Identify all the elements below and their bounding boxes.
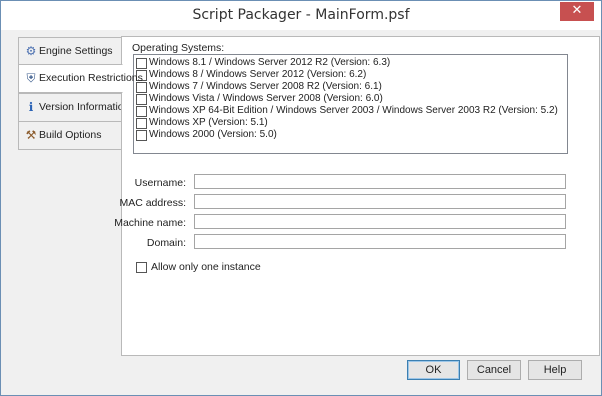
tab-label: Execution Restrictions (39, 72, 143, 84)
machine-name-field[interactable] (194, 214, 566, 229)
mac-address-label: MAC address: (119, 197, 186, 209)
tab-build-options[interactable]: ⚒ Build Options (18, 121, 122, 150)
username-label: Username: (134, 177, 186, 189)
os-item-label: Windows 8.1 / Windows Server 2012 R2 (Ve… (149, 57, 391, 68)
domain-field[interactable] (194, 234, 566, 249)
username-field[interactable] (194, 174, 566, 189)
close-icon: ✕ (571, 3, 583, 18)
os-list-label: Operating Systems: (132, 42, 225, 54)
machine-name-label: Machine name: (114, 217, 186, 229)
os-checkbox[interactable] (136, 118, 147, 129)
os-checkbox[interactable] (136, 94, 147, 105)
tab-label: Engine Settings (39, 45, 113, 57)
domain-label: Domain: (146, 237, 186, 249)
os-checkbox[interactable] (136, 58, 147, 69)
single-instance-label: Allow only one instance (151, 261, 261, 273)
os-item-label: Windows 2000 (Version: 5.0) (149, 129, 277, 140)
tab-execution-restrictions[interactable]: ⛨ Execution Restrictions (18, 64, 143, 93)
tab-version-information[interactable]: ℹ Version Information (18, 93, 129, 122)
title-bar[interactable]: Script Packager - MainForm.psf ✕ (1, 1, 601, 30)
os-item-label: Windows 8 / Windows Server 2012 (Version… (149, 69, 367, 80)
tools-icon: ⚒ (25, 128, 37, 142)
tab-label: Build Options (39, 129, 102, 141)
ok-button[interactable]: OK (407, 360, 460, 380)
os-checklist[interactable]: Windows 8.1 / Windows Server 2012 R2 (Ve… (133, 54, 568, 154)
help-button[interactable]: Help (528, 360, 582, 380)
os-item-label: Windows XP 64-Bit Edition / Windows Serv… (149, 105, 558, 116)
window-title: Script Packager - MainForm.psf (192, 7, 410, 23)
gear-icon: ⚙ (25, 44, 37, 58)
tab-engine-settings[interactable]: ⚙ Engine Settings (18, 37, 122, 66)
tab-label: Version Information (39, 101, 130, 113)
mac-address-field[interactable] (194, 194, 566, 209)
os-item-label: Windows 7 / Windows Server 2008 R2 (Vers… (149, 81, 382, 92)
info-document-icon: ℹ (28, 100, 34, 114)
os-checkbox[interactable] (136, 130, 147, 141)
close-button[interactable]: ✕ (560, 2, 594, 21)
shield-icon: ⛨ (26, 71, 36, 85)
single-instance-checkbox[interactable] (136, 262, 147, 273)
os-item-label: Windows XP (Version: 5.1) (149, 117, 268, 128)
os-checkbox[interactable] (136, 106, 147, 117)
cancel-button[interactable]: Cancel (467, 360, 521, 380)
os-item-label: Windows Vista / Windows Server 2008 (Ver… (149, 93, 383, 104)
